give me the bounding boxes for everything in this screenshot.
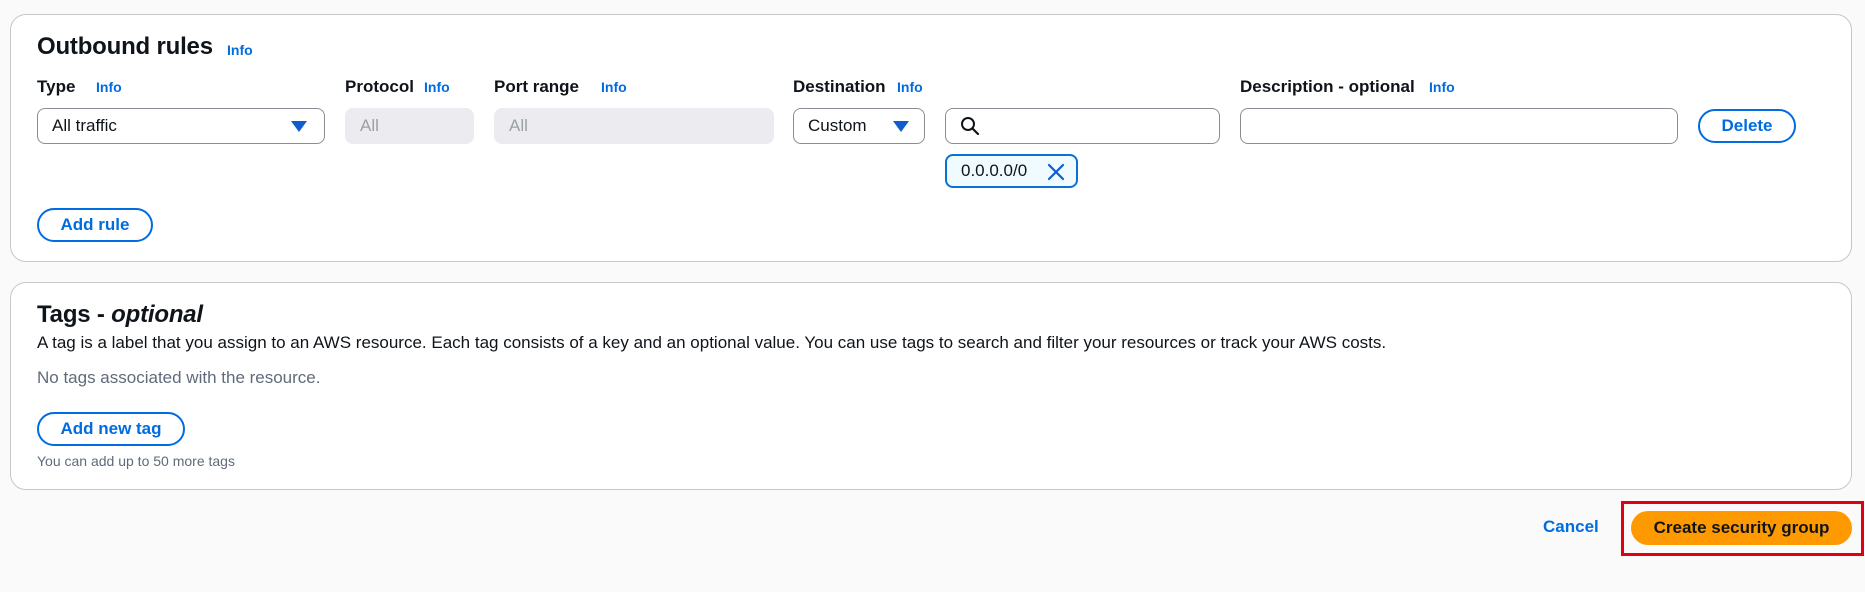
outbound-rules-panel: Outbound rules Info Type Info Protocol I… bbox=[10, 14, 1852, 262]
search-icon bbox=[961, 117, 980, 136]
protocol-input: All bbox=[345, 108, 474, 144]
tags-limit-text: You can add up to 50 more tags bbox=[37, 453, 235, 469]
port-range-info-link[interactable]: Info bbox=[601, 79, 627, 95]
add-new-tag-button[interactable]: Add new tag bbox=[37, 412, 185, 446]
description-input[interactable] bbox=[1240, 108, 1678, 144]
port-range-input-value: All bbox=[509, 116, 528, 135]
outbound-rules-info-link[interactable]: Info bbox=[227, 42, 253, 58]
cidr-token: 0.0.0.0/0 bbox=[945, 154, 1078, 188]
protocol-input-value: All bbox=[360, 116, 379, 135]
port-range-label: Port range bbox=[494, 77, 580, 96]
description-info-link[interactable]: Info bbox=[1429, 79, 1455, 95]
tags-description: A tag is a label that you assign to an A… bbox=[37, 333, 1387, 352]
port-range-input: All bbox=[494, 108, 774, 144]
protocol-label: Protocol bbox=[345, 77, 414, 96]
cidr-token-label: 0.0.0.0/0 bbox=[961, 161, 1028, 180]
type-select-value: All traffic bbox=[52, 116, 117, 135]
tags-empty-text: No tags associated with the resource. bbox=[37, 368, 321, 387]
caret-down-icon bbox=[893, 121, 909, 132]
cancel-button[interactable]: Cancel bbox=[1543, 517, 1599, 537]
tags-title-main: Tags - bbox=[37, 301, 112, 328]
destination-label: Destination bbox=[793, 77, 886, 96]
outbound-rules-title: Outbound rules bbox=[37, 33, 213, 60]
tags-panel: Tags - optional A tag is a label that yo… bbox=[10, 282, 1852, 490]
caret-down-icon bbox=[291, 121, 307, 132]
type-info-link[interactable]: Info bbox=[96, 79, 122, 95]
destination-search-input[interactable] bbox=[945, 108, 1220, 144]
destination-info-link[interactable]: Info bbox=[897, 79, 923, 95]
close-icon[interactable] bbox=[1047, 163, 1065, 181]
type-select[interactable]: All traffic bbox=[37, 108, 325, 144]
destination-select[interactable]: Custom bbox=[793, 108, 925, 144]
tags-title: Tags - optional bbox=[37, 301, 203, 329]
tags-title-optional: optional bbox=[111, 301, 203, 328]
delete-rule-button[interactable]: Delete bbox=[1698, 109, 1796, 143]
destination-select-value: Custom bbox=[808, 116, 867, 135]
protocol-info-link[interactable]: Info bbox=[424, 79, 450, 95]
add-rule-button[interactable]: Add rule bbox=[37, 208, 153, 242]
description-label: Description - optional bbox=[1240, 77, 1415, 96]
type-label: Type bbox=[37, 77, 76, 96]
create-security-group-button[interactable]: Create security group bbox=[1631, 511, 1852, 545]
